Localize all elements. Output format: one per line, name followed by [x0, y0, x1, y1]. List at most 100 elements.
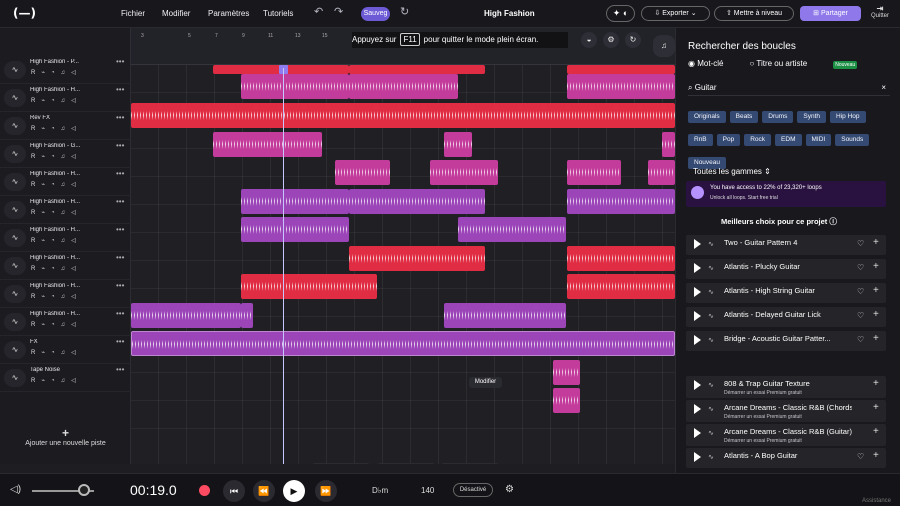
- pan-knob[interactable]: ◔: [51, 70, 55, 76]
- tag-edm[interactable]: EDM: [775, 134, 802, 146]
- heart-icon[interactable]: ♡: [857, 239, 864, 248]
- add-loop-icon[interactable]: +: [873, 402, 879, 413]
- loop-item[interactable]: ∿ Atlantis - Delayed Guitar Lick ♡ +: [686, 307, 886, 327]
- assistance-link[interactable]: Assistance: [862, 498, 891, 504]
- audio-clip[interactable]: [444, 303, 566, 328]
- audio-clip[interactable]: [349, 65, 485, 74]
- track-row[interactable]: ∿ Rev FX ••• R ⌁ ◔ ♫ ◁: [0, 112, 131, 140]
- radio-keyword[interactable]: ◉ Mot-clé: [688, 59, 736, 68]
- headphones-icon[interactable]: ♫: [61, 70, 66, 76]
- loop-item[interactable]: ∿ Atlantis - High String Guitar ♡ +: [686, 283, 886, 303]
- pan-knob[interactable]: ◔: [51, 266, 55, 272]
- play-button[interactable]: ▶: [283, 480, 305, 502]
- tag-rnb[interactable]: RnB: [688, 134, 713, 146]
- automation-icon[interactable]: ⌁: [41, 321, 45, 328]
- audio-clip[interactable]: [335, 160, 390, 185]
- automation-icon[interactable]: ⌁: [41, 125, 45, 132]
- audio-clip[interactable]: [241, 74, 349, 99]
- record-arm-button[interactable]: R: [31, 154, 35, 160]
- save-button[interactable]: Sauveg: [361, 7, 390, 21]
- tag-originals[interactable]: Originals: [688, 111, 726, 123]
- skip-start-button[interactable]: ⏮: [223, 480, 245, 502]
- headphones-icon[interactable]: ♫: [61, 378, 66, 384]
- arrangement-timeline[interactable]: 3 5 7 9 11 13 15 Appuyez sur F11 pour quit…: [131, 28, 675, 464]
- automation-icon[interactable]: ⌁: [41, 237, 45, 244]
- automation-icon[interactable]: ⌁: [41, 377, 45, 384]
- add-loop-icon[interactable]: +: [873, 237, 879, 248]
- loop-item[interactable]: ∿ Arcane Dreams - Classic R&B (Chords) Dém…: [686, 400, 886, 422]
- tag-midi[interactable]: MIDI: [805, 134, 832, 146]
- track-row[interactable]: ∿ High Fashion - H... ••• R ⌁ ◔ ♫ ◁: [0, 224, 131, 252]
- record-arm-button[interactable]: R: [31, 238, 35, 244]
- add-loop-icon[interactable]: +: [873, 450, 879, 461]
- menu-file[interactable]: Fichier: [121, 9, 145, 18]
- menu-settings[interactable]: Paramètres: [208, 9, 249, 18]
- upgrade-button[interactable]: ⇧ Mettre à niveau: [714, 6, 794, 21]
- headphones-icon[interactable]: ♫: [61, 210, 66, 216]
- headphones-icon[interactable]: ♫: [61, 266, 66, 272]
- mute-icon[interactable]: ◁: [71, 321, 76, 328]
- mute-icon[interactable]: ◁: [71, 349, 76, 356]
- track-row[interactable]: ∿ High Fashion - H... ••• R ⌁ ◔ ♫ ◁: [0, 308, 131, 336]
- add-loop-icon[interactable]: +: [873, 309, 879, 320]
- mute-icon[interactable]: ◁: [71, 237, 76, 244]
- track-menu-icon[interactable]: •••: [116, 365, 124, 374]
- mute-icon[interactable]: ◁: [71, 293, 76, 300]
- add-loop-icon[interactable]: +: [873, 378, 879, 389]
- audio-clip[interactable]: [241, 303, 253, 328]
- info-icon[interactable]: ⓘ: [829, 217, 837, 226]
- audio-clip[interactable]: [567, 189, 675, 214]
- record-arm-button[interactable]: R: [31, 98, 35, 104]
- pan-knob[interactable]: ◔: [51, 126, 55, 132]
- automation-icon[interactable]: ⌁: [41, 181, 45, 188]
- automation-icon[interactable]: ⌁: [41, 153, 45, 160]
- tempo-display[interactable]: 140: [421, 486, 434, 495]
- record-arm-button[interactable]: R: [31, 126, 35, 132]
- track-menu-icon[interactable]: •••: [116, 169, 124, 178]
- track-menu-icon[interactable]: •••: [116, 281, 124, 290]
- metronome-icon[interactable]: ◒: [581, 32, 597, 48]
- mute-icon[interactable]: ◁: [71, 125, 76, 132]
- heart-icon[interactable]: ♡: [857, 335, 864, 344]
- promo-sub[interactable]: Unlock all loops. Start free trial: [710, 195, 822, 201]
- grid-button[interactable]: ▦: [377, 463, 435, 464]
- mute-icon[interactable]: ◁: [71, 377, 76, 384]
- loop-item[interactable]: ∿ Two - Guitar Pattern 4 ♡ +: [686, 235, 886, 255]
- record-arm-button[interactable]: R: [31, 378, 35, 384]
- headphones-icon[interactable]: ♫: [61, 322, 66, 328]
- audio-clip[interactable]: [430, 160, 498, 185]
- history-icon[interactable]: ↻: [400, 5, 409, 18]
- record-arm-button[interactable]: R: [31, 70, 35, 76]
- heart-icon[interactable]: ♡: [857, 311, 864, 320]
- track-row[interactable]: ∿ High Fashion - H... ••• R ⌁ ◔ ♫ ◁: [0, 252, 131, 280]
- add-loop-icon[interactable]: +: [873, 426, 879, 437]
- automation-icon[interactable]: ⌁: [41, 349, 45, 356]
- pan-knob[interactable]: ◔: [51, 238, 55, 244]
- audio-clip[interactable]: [349, 246, 485, 271]
- headphones-icon[interactable]: ♫: [61, 350, 66, 356]
- audio-clip[interactable]: [567, 65, 675, 74]
- track-row[interactable]: ∿ High Fashion - P... ••• R ⌁ ◔ ♫ ◁: [0, 56, 131, 84]
- pan-knob[interactable]: ◔: [51, 210, 55, 216]
- record-button[interactable]: [199, 485, 210, 496]
- volume-knob[interactable]: [78, 484, 90, 496]
- track-row[interactable]: ∿ Tape Noise ••• R ⌁ ◔ ♫ ◁: [0, 364, 131, 392]
- track-menu-icon[interactable]: •••: [116, 141, 124, 150]
- radio-title-artist[interactable]: ○ Titre ou artiste: [749, 59, 820, 68]
- audio-clip[interactable]: [567, 274, 675, 299]
- add-track-button[interactable]: + Ajouter une nouvelle piste: [0, 426, 131, 447]
- heart-icon[interactable]: ♡: [857, 263, 864, 272]
- music-note-icon[interactable]: ♫: [653, 35, 675, 57]
- audio-clip[interactable]: [131, 331, 675, 356]
- mute-icon[interactable]: ◁: [71, 69, 76, 76]
- tag-beats[interactable]: Beats: [729, 111, 759, 123]
- add-loop-icon[interactable]: +: [873, 285, 879, 296]
- audio-clip[interactable]: [567, 74, 675, 99]
- playhead-line[interactable]: [283, 68, 284, 464]
- play-icon[interactable]: [694, 380, 701, 390]
- mute-icon[interactable]: ◁: [71, 265, 76, 272]
- audio-clip[interactable]: [241, 189, 349, 214]
- audio-clip[interactable]: [131, 303, 241, 328]
- audio-clip[interactable]: [349, 189, 485, 214]
- settings-icon[interactable]: ⚙: [505, 484, 514, 495]
